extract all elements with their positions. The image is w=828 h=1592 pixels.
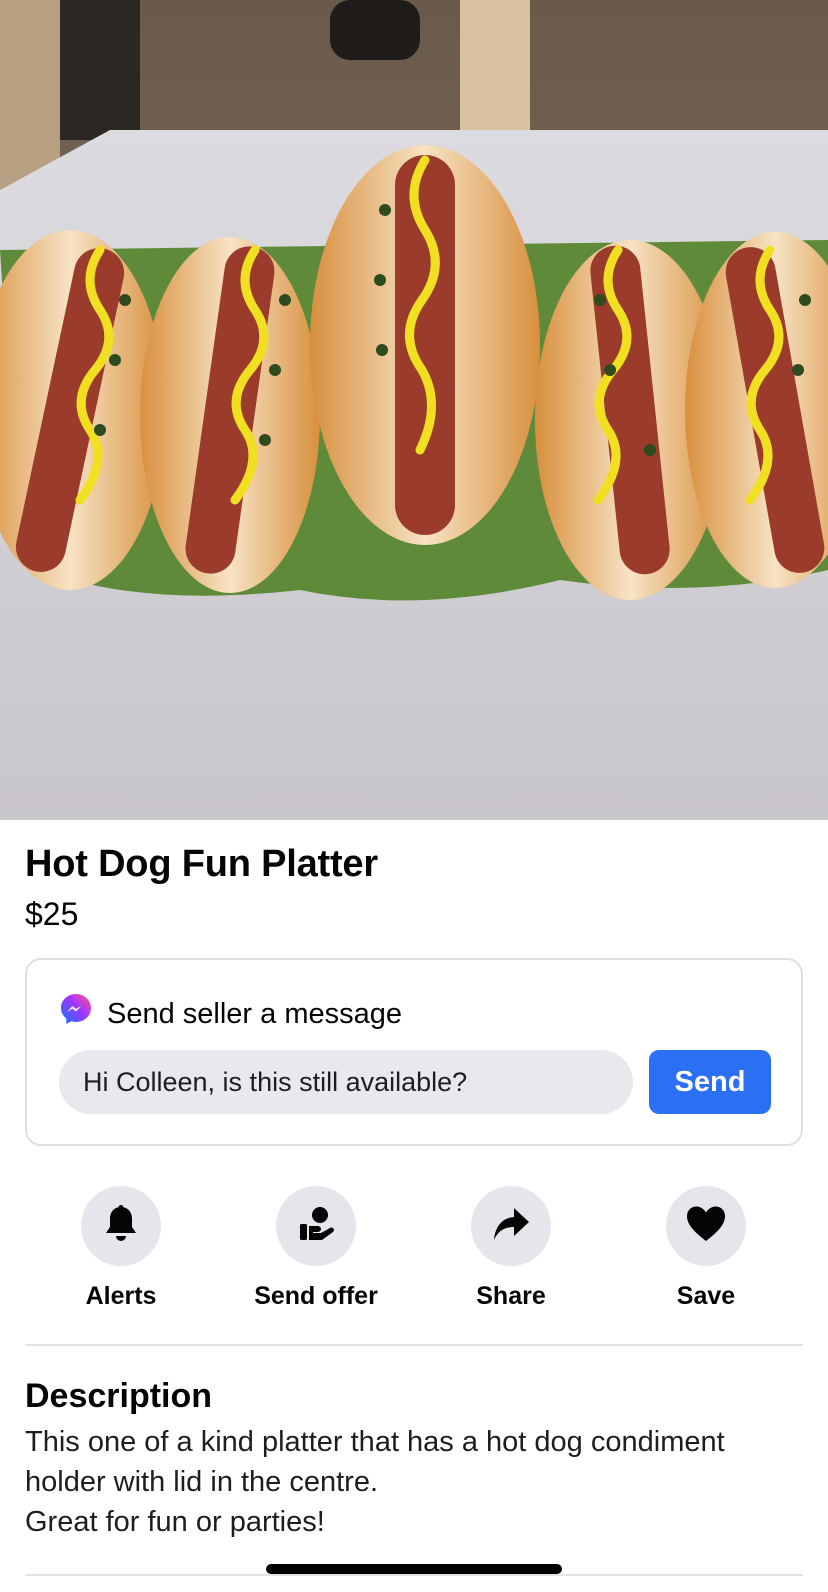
home-indicator[interactable]: [266, 1564, 562, 1574]
send-offer-label: Send offer: [254, 1282, 378, 1310]
message-seller-card: Send seller a message Send: [25, 958, 803, 1146]
share-button[interactable]: Share: [421, 1186, 601, 1316]
messenger-icon: [59, 992, 93, 1026]
share-label: Share: [476, 1282, 546, 1310]
action-row: Alerts Send offer Share Save: [0, 1186, 828, 1316]
send-offer-button[interactable]: Send offer: [226, 1186, 406, 1316]
divider: [25, 1574, 803, 1576]
alerts-label: Alerts: [85, 1282, 157, 1310]
alerts-button[interactable]: Alerts: [31, 1186, 211, 1316]
save-label: Save: [676, 1282, 736, 1310]
description-line: This one of a kind platter that has a ho…: [25, 1426, 725, 1458]
offer-hand-icon: [296, 1204, 336, 1249]
divider: [25, 1344, 803, 1346]
listing-title: Hot Dog Fun Platter: [25, 843, 378, 885]
product-photo[interactable]: [0, 0, 828, 820]
message-label: Send seller a message: [107, 998, 402, 1030]
heart-icon: [685, 1205, 727, 1248]
send-button[interactable]: Send: [649, 1050, 771, 1114]
message-input[interactable]: [59, 1050, 633, 1114]
share-arrow-icon: [491, 1205, 531, 1248]
save-button[interactable]: Save: [616, 1186, 796, 1316]
description-heading: Description: [25, 1377, 213, 1415]
description-line: Great for fun or parties!: [25, 1506, 325, 1538]
listing-price: $25: [25, 896, 79, 932]
description-line: holder with lid in the centre.: [25, 1466, 379, 1498]
bell-icon: [102, 1204, 140, 1249]
